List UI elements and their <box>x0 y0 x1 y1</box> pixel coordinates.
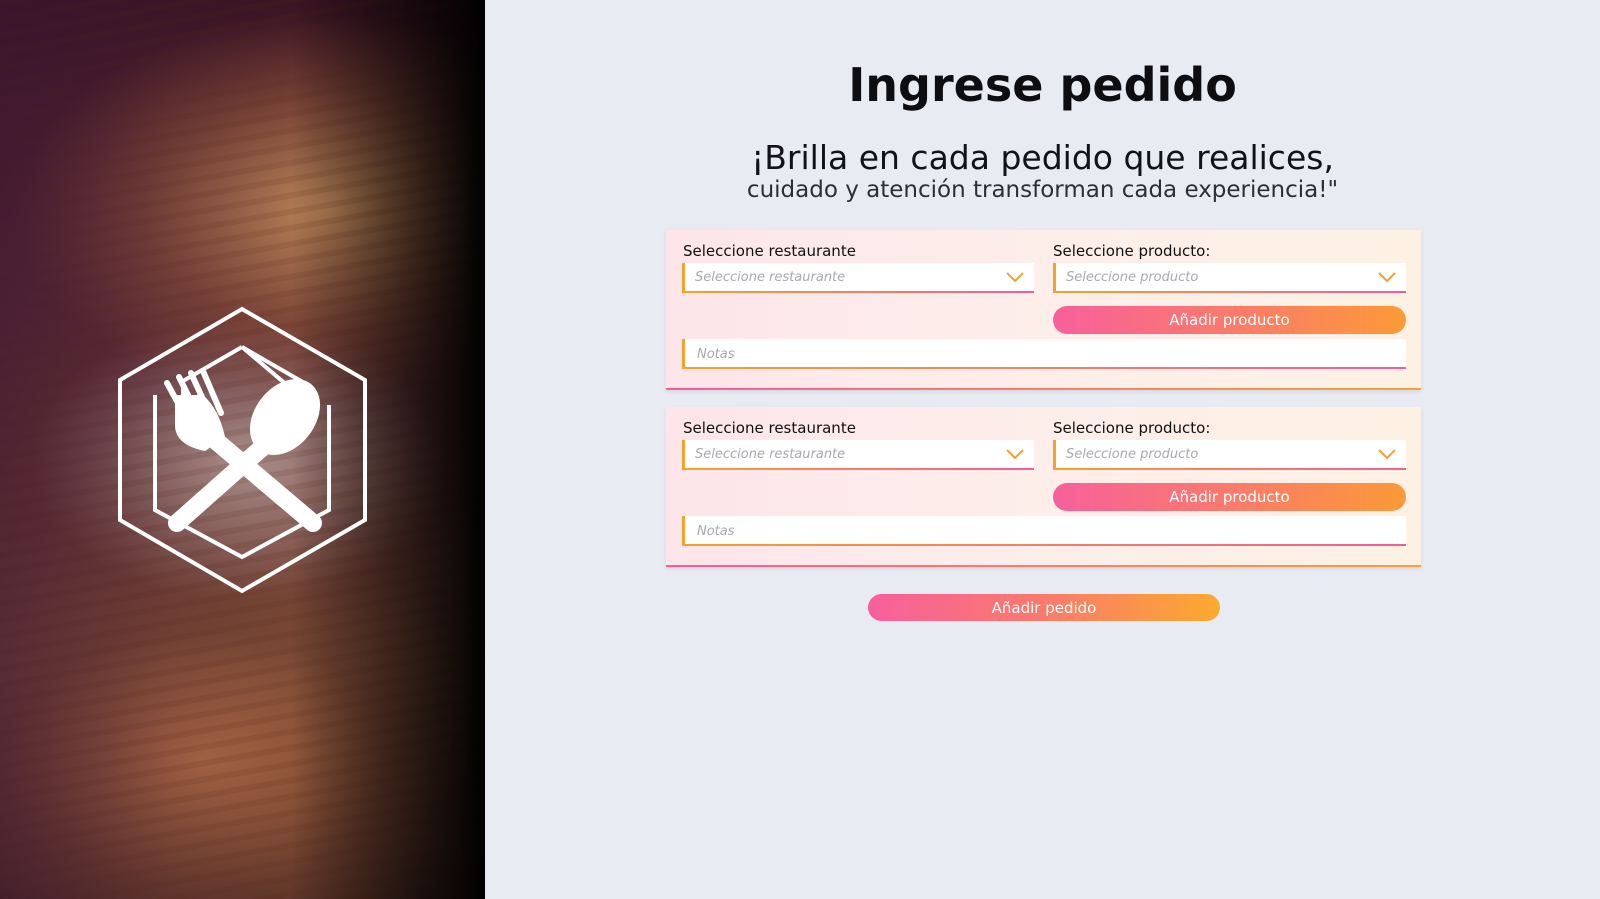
notes-input[interactable] <box>682 339 1406 369</box>
chevron-down-icon <box>1378 271 1396 283</box>
hero-restaurant-image <box>0 0 485 899</box>
restaurant-select-placeholder: Seleccione restaurante <box>695 270 846 285</box>
add-product-button[interactable]: Añadir producto <box>1053 306 1406 334</box>
notes-field-wrapper <box>682 339 1406 369</box>
order-card: Seleccione restaurante Seleccione restau… <box>666 407 1421 567</box>
chevron-down-icon <box>1378 448 1396 460</box>
add-order-button[interactable]: Añadir pedido <box>868 594 1220 621</box>
fork-spoon-hexagon-icon <box>115 305 370 595</box>
product-label: Seleccione producto: <box>1053 419 1211 437</box>
restaurant-select-placeholder: Seleccione restaurante <box>695 447 846 462</box>
product-label: Seleccione producto: <box>1053 242 1211 260</box>
chevron-down-icon <box>1006 271 1024 283</box>
restaurant-select[interactable]: Seleccione restaurante <box>682 440 1034 470</box>
order-card: Seleccione restaurante Seleccione restau… <box>666 230 1421 390</box>
product-select-placeholder: Seleccione producto <box>1066 270 1199 285</box>
notes-field-wrapper <box>682 516 1406 546</box>
page-title: Ingrese pedido <box>848 58 1237 112</box>
add-product-button[interactable]: Añadir producto <box>1053 483 1406 511</box>
notes-input[interactable] <box>682 516 1406 546</box>
product-select[interactable]: Seleccione producto <box>1053 440 1406 470</box>
product-select[interactable]: Seleccione producto <box>1053 263 1406 293</box>
restaurant-label: Seleccione restaurante <box>683 419 856 437</box>
tagline-line-2: cuidado y atención transforman cada expe… <box>746 177 1339 203</box>
product-select-placeholder: Seleccione producto <box>1066 447 1199 462</box>
restaurant-label: Seleccione restaurante <box>683 242 856 260</box>
chevron-down-icon <box>1006 448 1024 460</box>
restaurant-select[interactable]: Seleccione restaurante <box>682 263 1034 293</box>
tagline-line-1: ¡Brilla en cada pedido que realices, <box>751 138 1334 177</box>
